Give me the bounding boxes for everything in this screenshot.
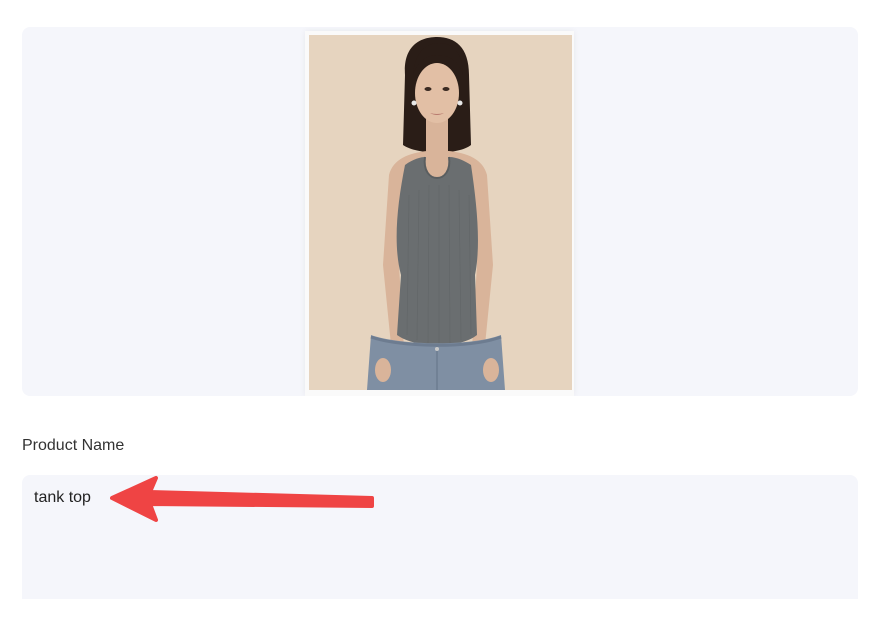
red-arrow-icon <box>110 476 374 522</box>
product-name-label: Product Name <box>22 437 125 454</box>
product-form-page: Product Name tank top <box>0 0 875 621</box>
image-preview-panel <box>22 27 858 396</box>
product-name-value[interactable]: tank top <box>34 489 91 507</box>
product-photo <box>305 31 574 396</box>
model-photo-icon <box>309 35 572 390</box>
